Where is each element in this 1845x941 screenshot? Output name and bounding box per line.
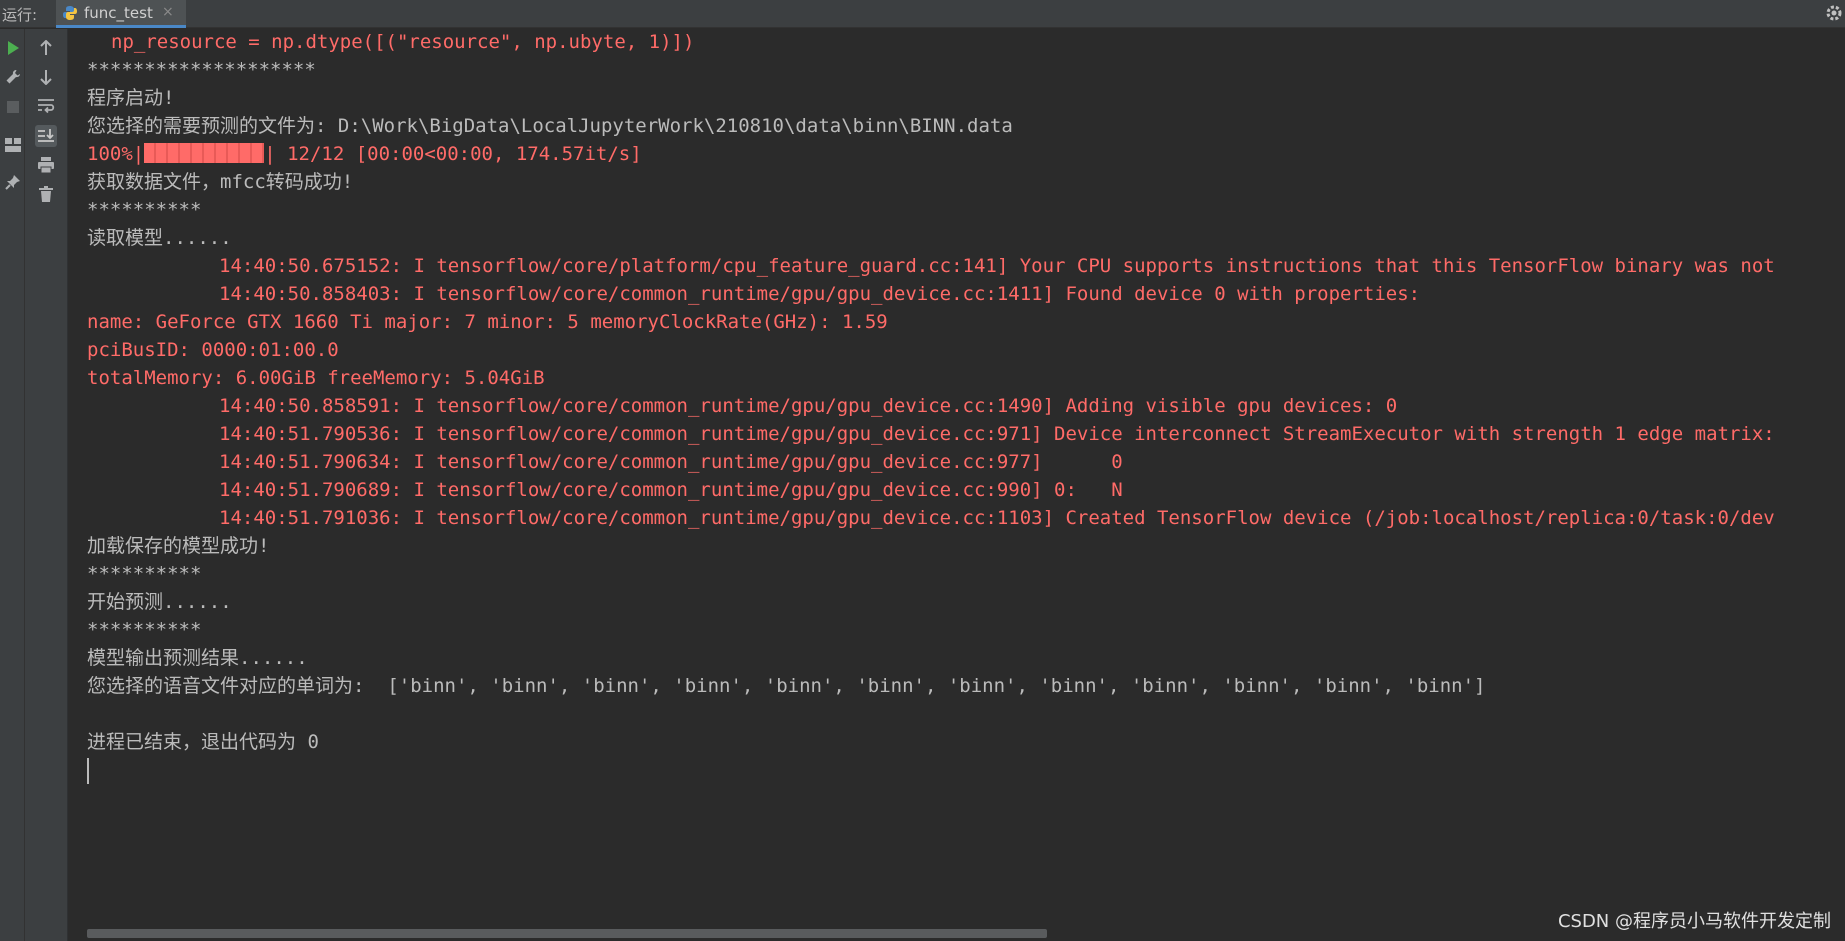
tab-func-test[interactable]: func_test × <box>56 0 186 28</box>
progress-bar-fill <box>144 143 265 163</box>
stop-icon[interactable] <box>2 96 24 118</box>
run-label: 运行: <box>2 6 38 24</box>
console-line: ********** <box>87 619 202 641</box>
console-line: 14:40:50.858591: I tensorflow/core/commo… <box>219 395 1398 417</box>
console-line: 14:40:51.790689: I tensorflow/core/commo… <box>219 479 1123 501</box>
progress-stats: | 12/12 [00:00<00:00, 174.57it/s] <box>264 143 642 165</box>
print-icon[interactable] <box>35 154 57 176</box>
console-line: 14:40:50.858403: I tensorflow/core/commo… <box>219 283 1421 305</box>
console-line: 进程已结束，退出代码为 0 <box>87 731 319 753</box>
left-toolbar <box>0 29 25 941</box>
arrow-down-icon[interactable] <box>35 66 57 88</box>
wrench-icon[interactable] <box>2 66 24 88</box>
console-line: 14:40:51.790536: I tensorflow/core/commo… <box>219 423 1775 445</box>
progress-line: 100%| | 12/12 [00:00<00:00, 174.57it/s] <box>87 142 642 168</box>
soft-wrap-icon[interactable] <box>35 95 57 117</box>
arrow-up-icon[interactable] <box>35 37 57 59</box>
text-caret <box>87 758 89 784</box>
console-line: 获取数据文件，mfcc转码成功! <box>87 171 354 193</box>
console-line: 您选择的语音文件对应的单词为: ['binn', 'binn', 'binn',… <box>87 675 1486 697</box>
console-line: 读取模型...... <box>87 227 232 249</box>
horizontal-scrollbar[interactable] <box>87 929 1047 938</box>
console-line: pciBusID: 0000:01:00.0 <box>87 339 339 361</box>
tab-label: func_test <box>84 4 153 22</box>
trash-icon[interactable] <box>35 183 57 205</box>
console-line: ********** <box>87 199 202 221</box>
console-line: 加载保存的模型成功! <box>87 535 270 557</box>
console-line: ********** <box>87 563 202 585</box>
gear-icon[interactable] <box>1825 4 1843 22</box>
console-line: np_resource = np.dtype([("resource", np.… <box>111 31 695 53</box>
pin-icon[interactable] <box>2 171 24 193</box>
console-line: 您选择的需要预测的文件为: D:\Work\BigData\LocalJupyt… <box>87 115 1013 137</box>
console-line: 14:40:51.790634: I tensorflow/core/commo… <box>219 451 1123 473</box>
watermark: CSDN @程序员小马软件开发定制 <box>1557 911 1831 932</box>
console-line: 开始预测...... <box>87 591 232 613</box>
console-output[interactable]: np_resource = np.dtype([("resource", np.… <box>69 29 1845 941</box>
console-line: name: GeForce GTX 1660 Ti major: 7 minor… <box>87 311 888 333</box>
console-line: 14:40:50.675152: I tensorflow/core/platf… <box>219 255 1775 277</box>
scroll-to-end-icon[interactable] <box>35 125 57 147</box>
python-icon <box>63 6 77 20</box>
tab-close-icon[interactable]: × <box>162 4 174 20</box>
console-line: 程序启动! <box>87 87 175 109</box>
layout-icon[interactable] <box>2 134 24 156</box>
console-line: ******************** <box>87 59 316 81</box>
console-line: 模型输出预测结果...... <box>87 647 308 669</box>
console-toolbar <box>25 29 68 941</box>
console-line: totalMemory: 6.00GiB freeMemory: 5.04GiB <box>87 367 545 389</box>
progress-percent: 100%| <box>87 143 145 165</box>
console-line: 14:40:51.791036: I tensorflow/core/commo… <box>219 507 1775 529</box>
run-tool-window-header: 运行: func_test × <box>0 0 1845 28</box>
run-icon[interactable] <box>2 37 24 59</box>
